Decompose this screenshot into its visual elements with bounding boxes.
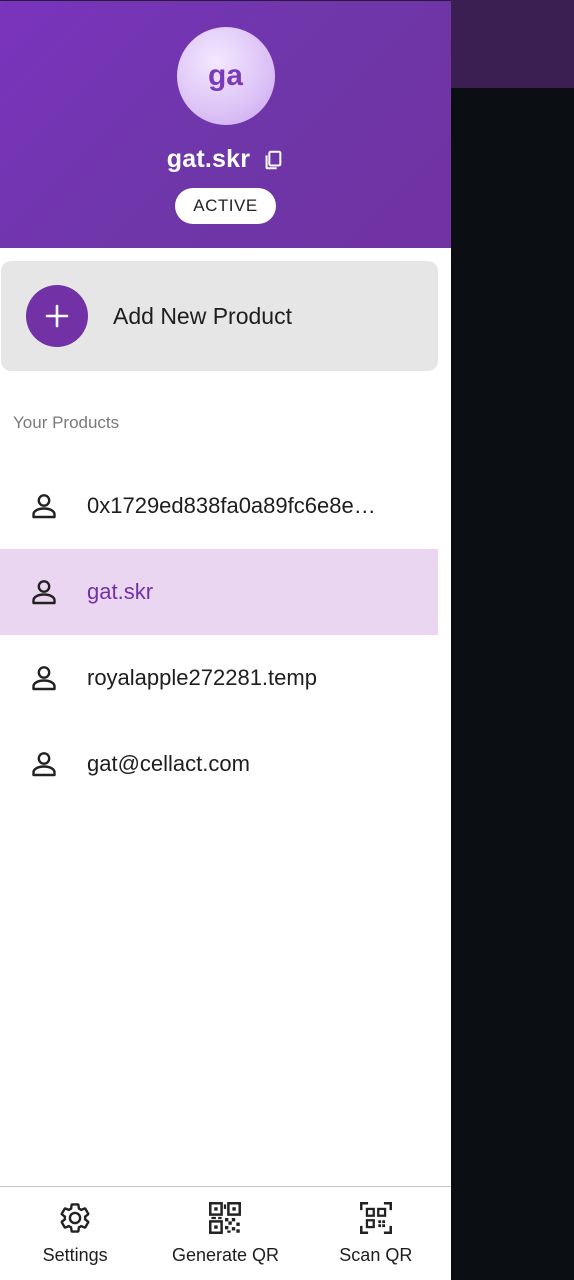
scan-qr-button[interactable]: Scan QR (301, 1201, 451, 1266)
account-name-row: gat.skr (167, 145, 284, 174)
navigation-drawer: ga gat.skr ACTIVE Add New Product Your P… (0, 0, 451, 1280)
product-item-label: royalapple272281.temp (87, 665, 317, 690)
copy-icon[interactable] (262, 149, 284, 171)
product-item-label: gat.skr (87, 579, 154, 604)
qr-scan-icon (359, 1201, 393, 1235)
add-new-product-button[interactable]: Add New Product (1, 261, 438, 371)
screen: ga gat.skr ACTIVE Add New Product Your P… (0, 0, 574, 1280)
person-icon (30, 578, 58, 606)
gear-icon (58, 1201, 92, 1235)
product-item-label: 0x1729ed838fa0a89fc6e8e… (87, 493, 376, 518)
add-product-circle (26, 285, 88, 347)
qr-code-icon (208, 1201, 242, 1235)
your-products-heading: Your Products (13, 413, 120, 432)
status-badge: ACTIVE (175, 188, 276, 224)
settings-button[interactable]: Settings (0, 1201, 150, 1266)
product-item-1[interactable]: gat.skr (0, 549, 438, 635)
scan-qr-label: Scan QR (339, 1245, 413, 1265)
product-item-0[interactable]: 0x1729ed838fa0a89fc6e8e… (0, 463, 438, 549)
product-item-3[interactable]: gat@cellact.com (0, 721, 438, 807)
account-name: gat.skr (166, 145, 251, 173)
plus-icon (44, 303, 70, 329)
product-item-label: gat@cellact.com (87, 751, 250, 776)
person-icon (30, 750, 58, 778)
drawer-header: ga gat.skr ACTIVE (0, 0, 451, 248)
generate-qr-label: Generate QR (171, 1245, 280, 1265)
person-icon (30, 492, 58, 520)
product-item-2[interactable]: royalapple272281.temp (0, 635, 438, 721)
products-list: 0x1729ed838fa0a89fc6e8e… gat.skr royalap… (0, 463, 438, 807)
avatar[interactable]: ga (176, 27, 275, 125)
generate-qr-button[interactable]: Generate QR (150, 1201, 300, 1266)
person-icon (30, 664, 58, 692)
settings-label: Settings (42, 1245, 108, 1265)
bottom-navigation: Settings Generate QR Scan QR (0, 1186, 451, 1280)
add-product-label: Add New Product (113, 302, 292, 329)
avatar-initials: ga (207, 59, 243, 92)
